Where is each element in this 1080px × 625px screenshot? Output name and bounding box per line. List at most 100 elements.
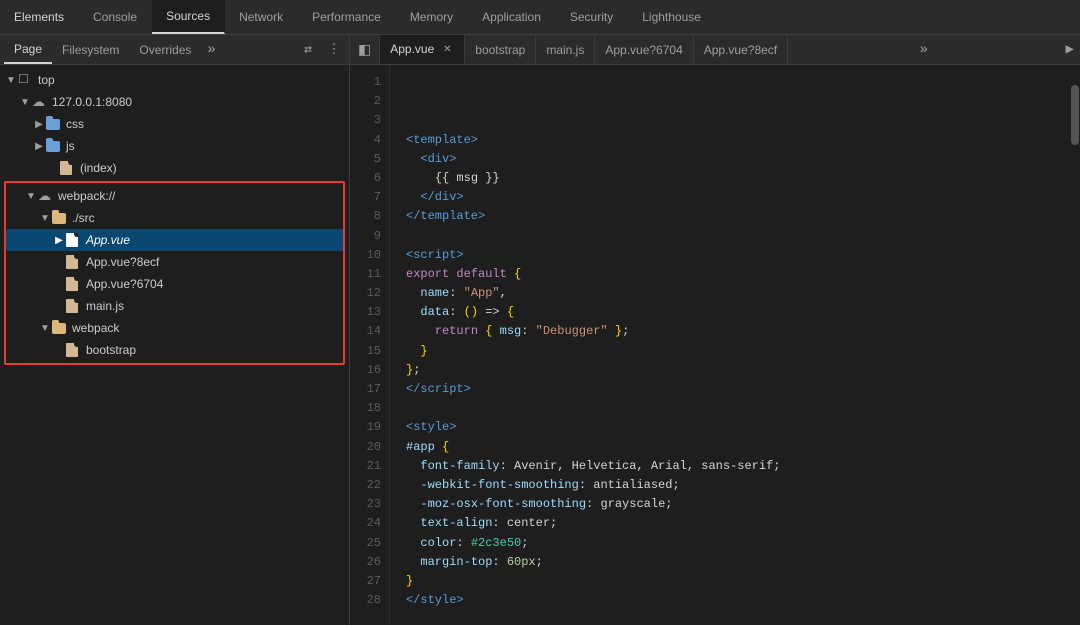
ln-26: 26 [350,553,381,572]
code-editor: 1 2 3 4 5 6 7 8 9 10 11 12 13 14 15 16 1… [350,65,1080,625]
tree-label-appvue8ecf: App.vue?8ecf [86,255,159,269]
folder-src-icon [52,210,68,226]
ln-16: 16 [350,361,381,380]
ln-22: 22 [350,476,381,495]
ln-17: 17 [350,380,381,399]
folder-webpackdir-icon [52,320,68,336]
tree-label-webpackdir: webpack [72,321,119,335]
memory-label: Memory [410,10,453,24]
line-23: text-align: center; [406,516,557,530]
filetab-appvue[interactable]: App.vue ✕ [380,35,465,64]
tab-performance[interactable]: Performance [298,0,396,34]
ln-12: 12 [350,284,381,303]
filetab-more-button[interactable]: » [912,35,936,64]
ln-4: 4 [350,131,381,150]
subtab-page[interactable]: Page [4,35,52,64]
tree-arrow-src: ▼ [38,213,52,224]
line-9: <script> [406,248,464,262]
tree-item-server[interactable]: ▼ ☁ 127.0.0.1:8080 [0,91,349,113]
ln-3: 3 [350,111,381,130]
file-appvue8ecf-icon [66,254,82,270]
line-24: color: #2c3e50; [406,536,528,550]
tab-security[interactable]: Security [556,0,628,34]
tab-memory[interactable]: Memory [396,0,468,34]
scrollbar-track[interactable] [1070,65,1080,625]
line-14: } [406,344,428,358]
tree-item-bootstrap[interactable]: ▶ bootstrap [6,339,343,361]
tree-item-appvue8ecf[interactable]: ▶ App.vue?8ecf [6,251,343,273]
ln-7: 7 [350,188,381,207]
sync-button[interactable]: ⇄ [297,39,319,61]
file-appvue-icon [66,232,82,248]
file-appvue6704-icon [66,276,82,292]
ln-20: 20 [350,438,381,457]
ln-5: 5 [350,150,381,169]
tree-item-webpack-root[interactable]: ▼ ☁ webpack:// [6,185,343,207]
line-28 [406,612,413,625]
subtab-overrides[interactable]: Overrides [129,35,201,64]
ln-10: 10 [350,246,381,265]
ln-8: 8 [350,207,381,226]
tab-network[interactable]: Network [225,0,298,34]
sources-label: Sources [166,9,210,23]
line-19: #app { [406,440,449,454]
lighthouse-label: Lighthouse [642,10,701,24]
line-3: <template> [406,133,478,147]
tree-item-appvue[interactable]: ▶ App.vue [6,229,343,251]
folder-blue-icon [46,116,62,132]
tab-sources[interactable]: Sources [152,0,225,34]
tree-item-appvue6704[interactable]: ▶ App.vue?6704 [6,273,343,295]
tab-console[interactable]: Console [79,0,152,34]
tree-label-appvue6704: App.vue?6704 [86,277,163,291]
tree-label-js: js [66,139,75,153]
tree-item-mainjs[interactable]: ▶ main.js [6,295,343,317]
tree-item-index[interactable]: ▶ (index) [0,157,349,179]
ln-11: 11 [350,265,381,284]
filetab-mainjs[interactable]: main.js [536,35,595,64]
tree-label-index: (index) [80,161,117,175]
tree-item-js[interactable]: ▶ js [0,135,349,157]
main-area: Page Filesystem Overrides » ⇄ ⋮ ▼ ☐ top [0,35,1080,625]
filetab-appvue-label: App.vue [390,42,434,56]
tab-application[interactable]: Application [468,0,556,34]
more-options-button[interactable]: ⋮ [323,39,345,61]
line-8 [406,229,413,243]
filetab-mainjs-label: main.js [546,43,584,57]
subtab-more-button[interactable]: » [201,35,221,64]
tree-arrow-mainjs: ▶ [52,301,66,312]
tree-arrow-webpack: ▼ [24,191,38,202]
ln-15: 15 [350,342,381,361]
folder-js-icon [46,138,62,154]
tree-label-top: top [38,73,55,87]
tree-label-mainjs: main.js [86,299,124,313]
file-tree: ▼ ☐ top ▼ ☁ 127.0.0.1:8080 ▶ css ▶ js [0,65,349,625]
tab-elements[interactable]: Elements [0,0,79,34]
line-5: {{ msg }} [406,171,500,185]
tree-item-src[interactable]: ▼ ./src [6,207,343,229]
filetab-bootstrap[interactable]: bootstrap [465,35,536,64]
line-1 [406,94,413,108]
filetab-appvue-close[interactable]: ✕ [440,42,454,56]
filetab-appvue8ecf[interactable]: App.vue?8ecf [694,35,788,64]
tree-arrow-webpackdir: ▼ [38,323,52,334]
tree-item-css[interactable]: ▶ css [0,113,349,135]
ln-14: 14 [350,322,381,341]
line-7: </template> [406,209,485,223]
tab-lighthouse[interactable]: Lighthouse [628,0,716,34]
line-20: font-family: Avenir, Helvetica, Arial, s… [406,459,780,473]
line-6: </div> [406,190,464,204]
ln-19: 19 [350,418,381,437]
filetab-action-button[interactable]: ▶ [1060,35,1080,64]
tree-item-webpackdir[interactable]: ▼ webpack [6,317,343,339]
subtab-filesystem[interactable]: Filesystem [52,35,129,64]
code-content[interactable]: <template> <div> {{ msg }} </div> </temp… [390,65,1070,625]
file-tab-panel-toggle[interactable]: ◧ [350,35,380,64]
line-12: data: () => { [406,305,514,319]
scrollbar-thumb[interactable] [1071,85,1079,145]
line-11: name: "App", [406,286,507,300]
tree-item-top[interactable]: ▼ ☐ top [0,69,349,91]
filetab-appvue6704[interactable]: App.vue?6704 [595,35,693,64]
ln-1: 1 [350,73,381,92]
checkbox-icon: ☐ [18,72,34,88]
ln-18: 18 [350,399,381,418]
